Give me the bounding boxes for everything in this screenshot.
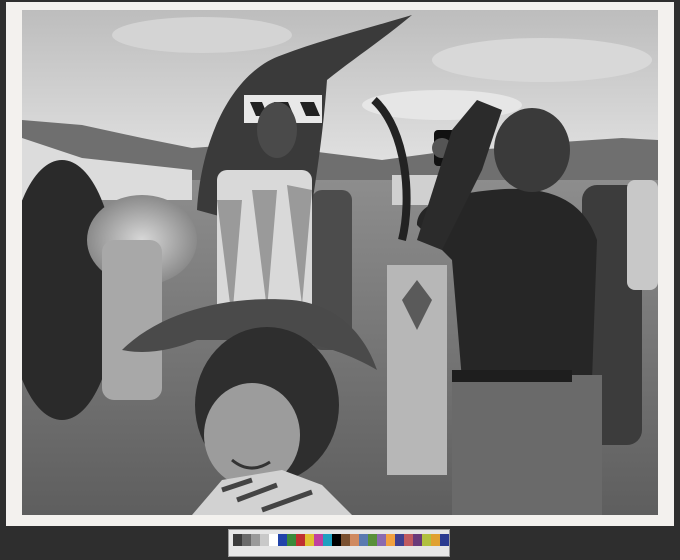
color-patch <box>305 534 314 546</box>
color-patch <box>431 534 440 546</box>
photographer-trousers <box>452 375 602 515</box>
color-patch <box>332 534 341 546</box>
color-patch <box>368 534 377 546</box>
color-patch <box>377 534 386 546</box>
color-patch <box>386 534 395 546</box>
cloud <box>432 38 652 82</box>
dancer-head <box>257 102 297 158</box>
color-patch <box>404 534 413 546</box>
color-patch <box>440 534 449 546</box>
cloud <box>112 17 292 53</box>
color-calibration-target <box>228 529 450 557</box>
photographer-belt <box>452 370 572 382</box>
photographer-head <box>494 108 570 192</box>
color-patch <box>350 534 359 546</box>
crowd <box>627 180 658 290</box>
color-patch <box>296 534 305 546</box>
color-patch <box>323 534 332 546</box>
person-left <box>102 240 162 400</box>
photo-mount <box>6 2 674 526</box>
color-patch <box>251 534 260 546</box>
color-patch <box>395 534 404 546</box>
color-patch <box>242 534 251 546</box>
color-patch <box>314 534 323 546</box>
color-patch <box>422 534 431 546</box>
photo-scene <box>22 10 658 515</box>
color-patch <box>233 534 242 546</box>
color-patch <box>278 534 287 546</box>
color-patch <box>287 534 296 546</box>
color-patch <box>413 534 422 546</box>
photograph <box>22 10 658 515</box>
color-patch <box>269 534 278 546</box>
color-patch <box>260 534 269 546</box>
color-patch <box>359 534 368 546</box>
color-patch <box>341 534 350 546</box>
